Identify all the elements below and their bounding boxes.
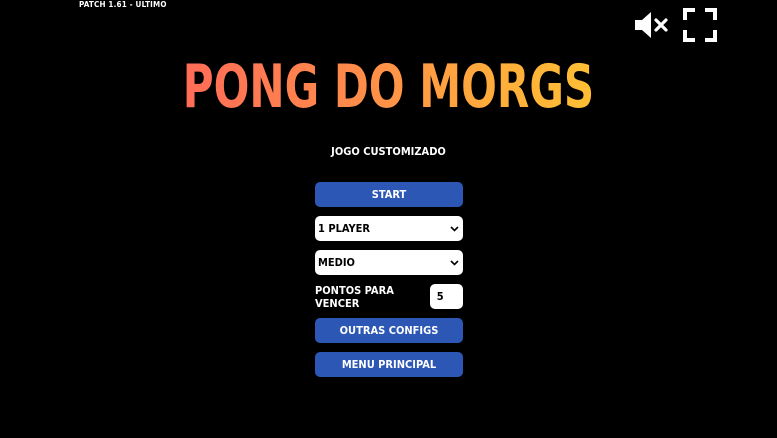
main-menu-button[interactable]: MENU PRINCIPAL [315, 352, 463, 377]
volume-muted-icon [635, 12, 668, 38]
chevron-down-icon [449, 258, 459, 268]
mute-button[interactable] [633, 7, 669, 43]
difficulty-select-value: MEDIO [318, 256, 355, 269]
players-select[interactable]: 1 PLAYER [315, 216, 463, 241]
points-to-win-row: PONTOS PARA VENCER 5 [315, 283, 463, 310]
chevron-down-icon [449, 224, 459, 234]
patch-version-label: PATCH 1.61 - ULTIMO [79, 0, 167, 9]
difficulty-select[interactable]: MEDIO [315, 250, 463, 275]
other-configs-button[interactable]: OUTRAS CONFIGS [315, 318, 463, 343]
fullscreen-button[interactable] [682, 7, 718, 43]
points-to-win-input[interactable]: 5 [429, 284, 463, 309]
players-select-value: 1 PLAYER [318, 222, 371, 235]
points-to-win-label: PONTOS PARA VENCER [315, 283, 394, 310]
fullscreen-icon [683, 8, 717, 42]
start-button[interactable]: START [315, 182, 463, 207]
game-mode-subtitle: JOGO CUSTOMIZADO [331, 145, 446, 158]
game-title: PONG DO MORGS [85, 52, 691, 122]
